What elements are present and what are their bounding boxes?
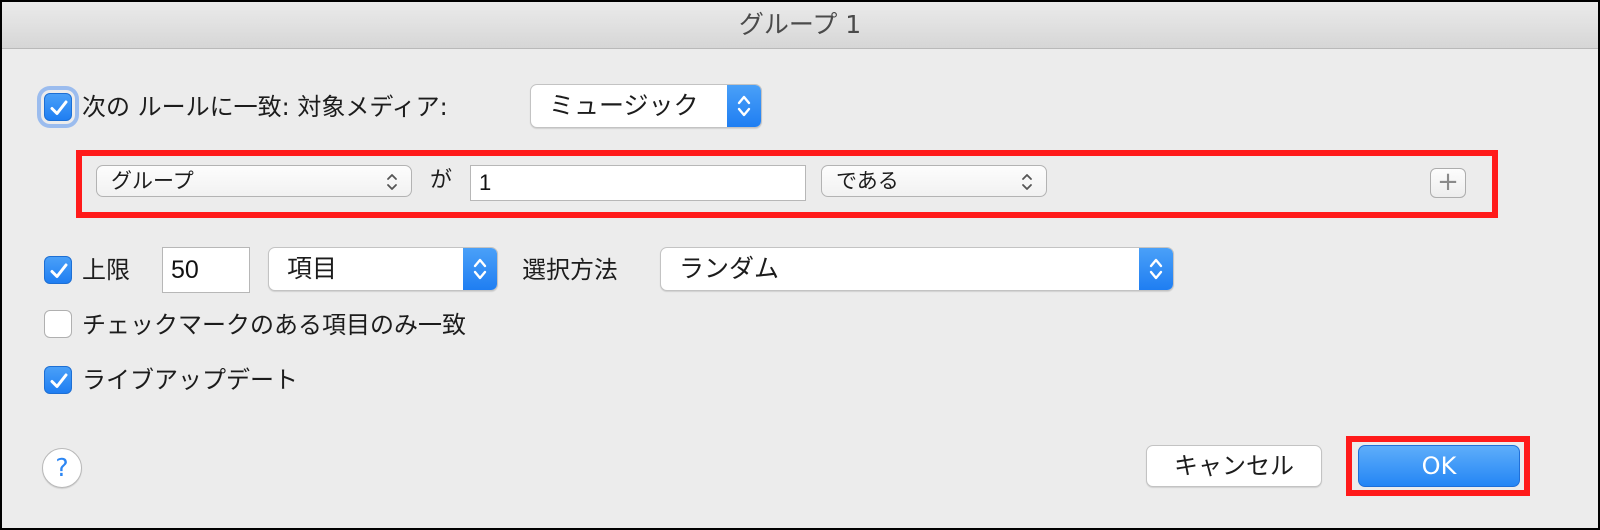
plus-icon: + [1437, 167, 1459, 197]
cancel-button[interactable]: キャンセル [1146, 445, 1322, 487]
limit-unit-value: 項目 [287, 254, 338, 283]
popup-arrows [727, 85, 761, 127]
live-update-label: ライブアップデート [82, 366, 298, 394]
media-type-popup[interactable]: ミュージック [530, 84, 762, 128]
limit-value-input[interactable] [163, 248, 249, 292]
popup-arrows [1139, 248, 1173, 290]
media-type-value: ミュージック [549, 91, 699, 120]
rule-field-value: グループ [111, 169, 194, 193]
checkmark-icon [50, 373, 68, 388]
match-rules-label: 次の ルールに一致: 対象メディア: [82, 93, 448, 121]
limit-value-field[interactable] [162, 247, 250, 293]
up-down-chevron-icon [737, 95, 751, 117]
checked-only-label: チェックマークのある項目のみ一致 [82, 311, 466, 339]
rule-operator-value: である [836, 169, 899, 193]
checked-only-checkbox[interactable] [44, 310, 72, 338]
rule-value-input[interactable] [471, 166, 805, 200]
rule-connector: が [430, 168, 453, 193]
selection-method-popup[interactable]: ランダム [660, 247, 1174, 291]
help-button[interactable]: ? [42, 448, 82, 488]
match-rules-checkbox[interactable] [44, 93, 72, 121]
up-down-chevron-icon [1022, 174, 1032, 190]
rule-value-field[interactable] [470, 165, 806, 201]
selection-method-value: ランダム [679, 254, 780, 283]
limit-checkbox[interactable] [44, 256, 72, 284]
live-update-checkbox[interactable] [44, 366, 72, 394]
checkmark-icon [50, 100, 68, 115]
rule-operator-popup[interactable]: である [821, 165, 1047, 197]
popup-arrows [463, 248, 497, 290]
up-down-chevron-icon [1149, 258, 1163, 280]
smart-playlist-dialog: グループ 1 次の ルールに一致: 対象メディア: ミュージック グループ が … [2, 2, 1598, 528]
ok-button[interactable]: OK [1358, 445, 1520, 487]
add-rule-button[interactable]: + [1430, 168, 1466, 198]
checkmark-icon [50, 263, 68, 278]
limit-label: 上限 [82, 256, 130, 284]
up-down-chevron-icon [387, 174, 397, 190]
up-down-chevron-icon [473, 258, 487, 280]
rule-field-popup[interactable]: グループ [96, 165, 412, 197]
limit-unit-popup[interactable]: 項目 [268, 247, 498, 291]
selection-method-label: 選択方法 [522, 256, 618, 284]
window-title: グループ 1 [2, 2, 1598, 49]
question-mark-icon: ? [55, 453, 69, 482]
